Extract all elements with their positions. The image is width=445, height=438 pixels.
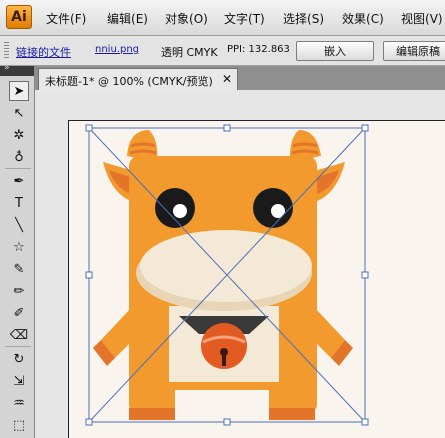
toolbox-separator: [5, 168, 31, 169]
menu-view[interactable]: 视图(V): [401, 10, 443, 27]
file-name-link[interactable]: nniu.png: [95, 44, 139, 55]
menu-object-key: (O): [189, 12, 208, 26]
menu-view-label: 视图: [401, 12, 426, 26]
menu-type[interactable]: 文字(T): [224, 10, 265, 27]
menu-object-label: 对象: [165, 12, 190, 26]
scale-tool-icon[interactable]: ⇲: [9, 371, 29, 391]
pencil-tool-icon[interactable]: ✏: [9, 281, 29, 301]
toolbox: » ➤ ↖ ✲ ♁ ✒ T ╲ ☆ ✎ ✏ ✐ ⌫ ↻ ⇲ ♒ ⬚: [0, 63, 35, 438]
paintbrush-tool-icon[interactable]: ✎: [9, 259, 29, 279]
menu-select-label: 选择: [283, 12, 308, 26]
linked-file-link[interactable]: 链接的文件: [16, 44, 71, 60]
menu-type-label: 文字: [224, 12, 249, 26]
muzzle: [140, 230, 312, 302]
document-tab-title: 未标题-1* @ 100% (CMYK/预览): [45, 75, 213, 88]
control-bar: 链接的文件 nniu.png 透明 CMYK PPI: 132.863 嵌入 编…: [0, 36, 445, 66]
close-icon[interactable]: ✕: [222, 72, 232, 86]
toolbox-header[interactable]: »: [0, 63, 34, 76]
document-tab[interactable]: 未标题-1* @ 100% (CMYK/预览) ✕: [38, 68, 238, 90]
bell: [201, 323, 247, 369]
menu-file[interactable]: 文件(F): [46, 10, 86, 27]
menu-file-key: (F): [70, 12, 87, 26]
rotate-tool-icon[interactable]: ↻: [9, 349, 29, 369]
transparency-label: 透明 CMYK: [161, 46, 218, 59]
warp-tool-icon[interactable]: ♒: [9, 393, 29, 413]
eraser-tool-icon[interactable]: ⌫: [9, 325, 29, 345]
control-bar-grip[interactable]: [4, 42, 9, 59]
menu-edit[interactable]: 编辑(E): [107, 10, 148, 27]
cow-illustration[interactable]: [35, 90, 445, 438]
leg-gap: [175, 390, 269, 420]
star-tool-icon[interactable]: ☆: [9, 237, 29, 257]
right-eye: [253, 188, 293, 228]
menu-select-key: (S): [307, 12, 324, 26]
menu-object[interactable]: 对象(O): [165, 10, 208, 27]
type-tool-icon[interactable]: T: [9, 193, 29, 213]
direct-selection-tool-icon[interactable]: ↖: [9, 103, 29, 123]
canvas[interactable]: [35, 90, 445, 438]
toolbox-separator: [5, 346, 31, 347]
ppi-readout: PPI: 132.863: [227, 44, 290, 55]
edit-original-button[interactable]: 编辑原稿: [383, 41, 445, 61]
menu-type-key: (T): [248, 12, 265, 26]
menu-select[interactable]: 选择(S): [283, 10, 324, 27]
magic-wand-tool-icon[interactable]: ✲: [9, 125, 29, 145]
menu-effect-label: 效果: [342, 12, 367, 26]
menu-file-label: 文件: [46, 12, 71, 26]
left-eye: [155, 188, 195, 228]
pen-tool-icon[interactable]: ✒: [9, 171, 29, 191]
illustrator-logo: Ai: [6, 5, 32, 29]
menu-edit-key: (E): [131, 12, 148, 26]
line-tool-icon[interactable]: ╲: [9, 215, 29, 235]
left-foot: [129, 408, 175, 420]
menu-edit-label: 编辑: [107, 12, 132, 26]
right-foot: [269, 408, 315, 420]
menu-effect[interactable]: 效果(C): [342, 10, 384, 27]
collapse-icon[interactable]: »: [4, 63, 10, 73]
selection-tool-icon[interactable]: ➤: [9, 81, 29, 101]
menu-view-key: (V): [425, 12, 443, 26]
lasso-tool-icon[interactable]: ♁: [9, 147, 29, 167]
blob-brush-tool-icon[interactable]: ✐: [9, 303, 29, 323]
menu-bar: Ai 文件(F) 编辑(E) 对象(O) 文字(T) 选择(S) 效果(C) 视…: [0, 0, 445, 36]
free-transform-tool-icon[interactable]: ⬚: [9, 415, 29, 435]
embed-button[interactable]: 嵌入: [296, 41, 374, 61]
document-tab-bar: 未标题-1* @ 100% (CMYK/预览) ✕: [35, 66, 445, 90]
menu-effect-key: (C): [366, 12, 384, 26]
